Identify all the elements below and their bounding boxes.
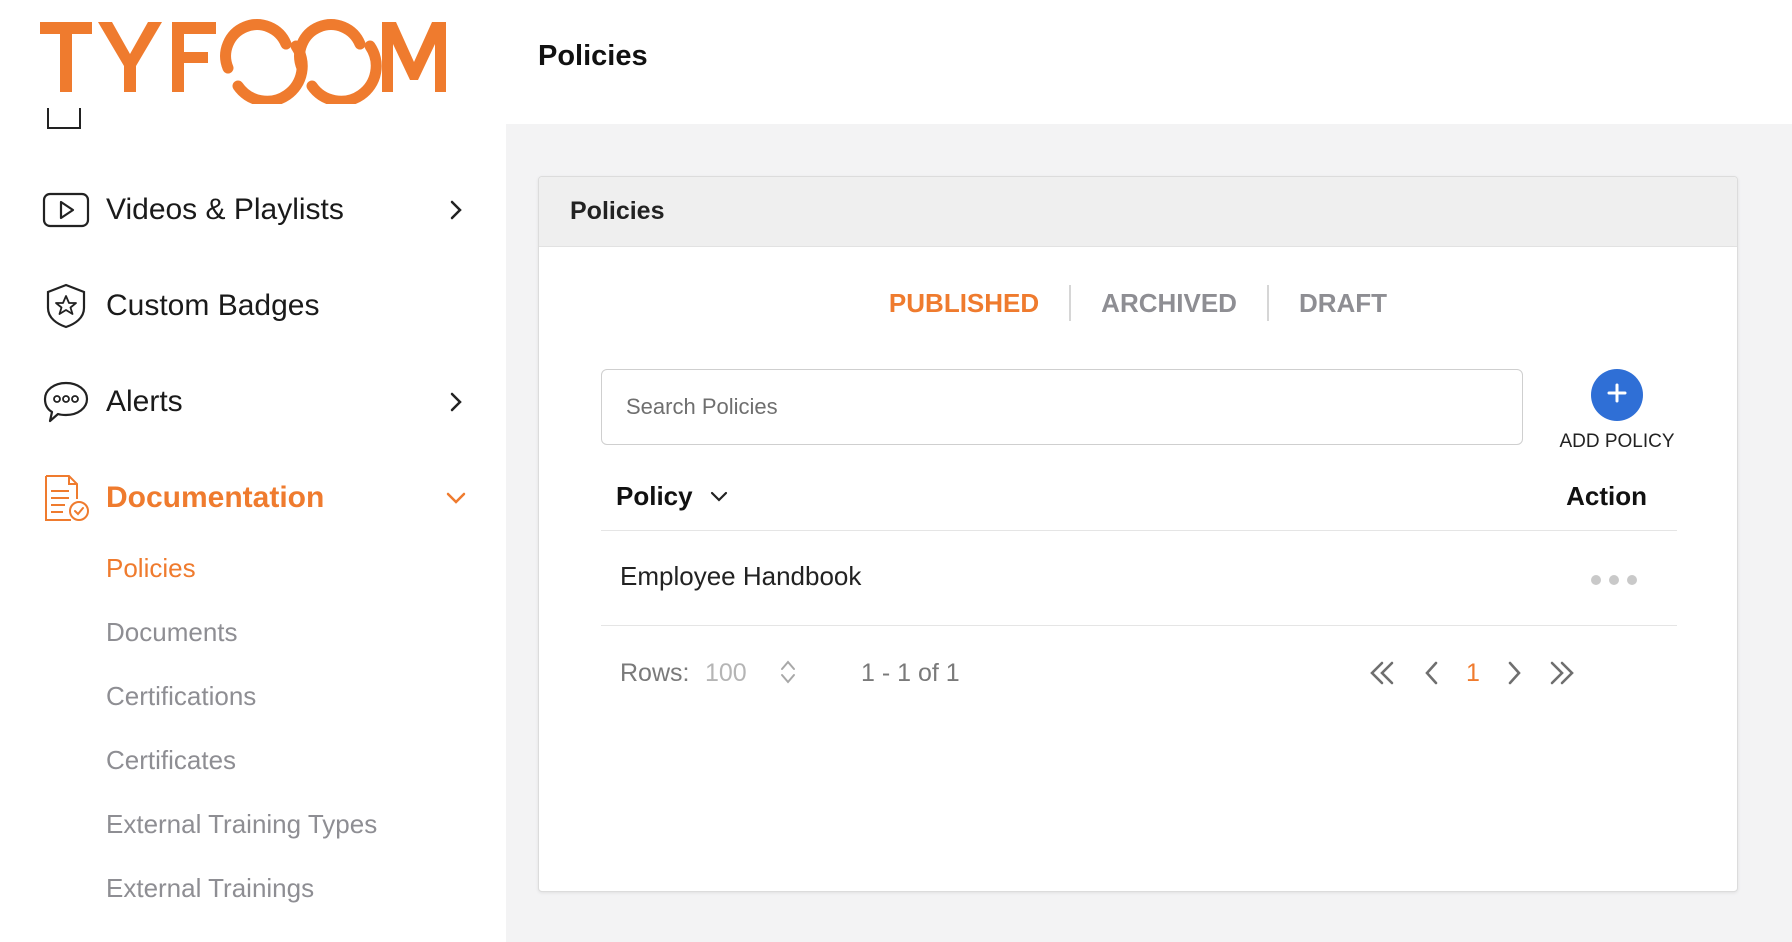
- status-tabs: PUBLISHED ARCHIVED DRAFT: [539, 285, 1737, 321]
- sidebar-item-videos-playlists[interactable]: Videos & Playlists: [40, 180, 470, 240]
- table-row[interactable]: Employee Handbook: [601, 531, 1677, 626]
- column-header-label: Policy: [616, 481, 693, 511]
- shield-star-icon: [40, 280, 92, 332]
- more-dots-icon[interactable]: [1591, 575, 1637, 585]
- add-policy-button[interactable]: [1591, 369, 1643, 421]
- tab-published[interactable]: PUBLISHED: [859, 288, 1069, 319]
- policy-name[interactable]: Employee Handbook: [620, 561, 861, 592]
- sidebar-subitem-external-training-types[interactable]: External Training Types: [106, 809, 377, 840]
- add-policy-label[interactable]: ADD POLICY: [1559, 431, 1675, 453]
- chevron-down-icon: [709, 485, 733, 509]
- sidebar-subitem-certifications[interactable]: Certifications: [106, 681, 256, 712]
- tab-draft[interactable]: DRAFT: [1269, 288, 1417, 319]
- search-input[interactable]: [601, 369, 1523, 445]
- policies-card: Policies PUBLISHED ARCHIVED DRAFT ADD PO…: [538, 176, 1738, 892]
- document-check-icon: [40, 472, 92, 524]
- sidebar-item-alerts[interactable]: Alerts: [40, 372, 470, 432]
- sidebar-item-label: Documentation: [106, 481, 325, 514]
- main-content: Policies PUBLISHED ARCHIVED DRAFT ADD PO…: [506, 124, 1792, 942]
- first-page-icon[interactable]: [1365, 655, 1399, 691]
- chat-bubble-icon: [40, 376, 92, 428]
- employee-icon: [44, 108, 84, 132]
- top-header: Policies: [506, 0, 1792, 124]
- column-header-action: Action: [1566, 481, 1647, 511]
- policies-table: Policy Action Employee Handbook: [601, 463, 1677, 626]
- page-title: Policies: [538, 40, 648, 72]
- table-header: Policy Action: [601, 463, 1677, 531]
- page-number-current[interactable]: 1: [1461, 655, 1485, 691]
- tyfoom-logo[interactable]: [40, 14, 470, 107]
- sidebar-item-label: Videos & Playlists: [106, 193, 344, 226]
- dot: [1609, 575, 1619, 585]
- chevron-down-icon: [442, 484, 470, 512]
- sidebar-item-label: Custom Badges: [106, 289, 320, 322]
- sidebar-item-label: Alerts: [106, 385, 183, 418]
- last-page-icon[interactable]: [1545, 655, 1579, 691]
- next-page-icon[interactable]: [1501, 655, 1527, 691]
- sidebar-subitem-external-trainings[interactable]: External Trainings: [106, 873, 314, 904]
- dot: [1627, 575, 1637, 585]
- sidebar-subitem-documents[interactable]: Documents: [106, 617, 238, 648]
- sidebar-item-documentation[interactable]: Documentation: [40, 468, 470, 528]
- sidebar-subitem-policies[interactable]: Policies: [106, 553, 196, 584]
- sidebar: Videos & Playlists Custom Badges Alerts: [0, 0, 506, 942]
- tab-archived[interactable]: ARCHIVED: [1071, 288, 1267, 319]
- chevron-right-icon: [442, 196, 470, 224]
- plus-icon: [1606, 382, 1628, 409]
- dot: [1591, 575, 1601, 585]
- sidebar-subitem-certificates[interactable]: Certificates: [106, 745, 236, 776]
- chevron-right-icon: [442, 388, 470, 416]
- up-down-arrows-icon[interactable]: [777, 657, 799, 687]
- video-icon: [40, 184, 92, 236]
- sidebar-item-custom-badges[interactable]: Custom Badges: [40, 276, 470, 336]
- prev-page-icon[interactable]: [1419, 655, 1445, 691]
- column-header-policy[interactable]: Policy: [616, 481, 733, 512]
- app-root: Videos & Playlists Custom Badges Alerts: [0, 0, 1792, 942]
- pagination: Rows: 100 1 - 1 of 1 1: [601, 643, 1677, 703]
- rows-per-page-select[interactable]: 100: [705, 659, 747, 688]
- rows-label: Rows:: [620, 659, 690, 687]
- card-title: Policies: [539, 177, 1737, 247]
- range-text: 1 - 1 of 1: [861, 659, 960, 687]
